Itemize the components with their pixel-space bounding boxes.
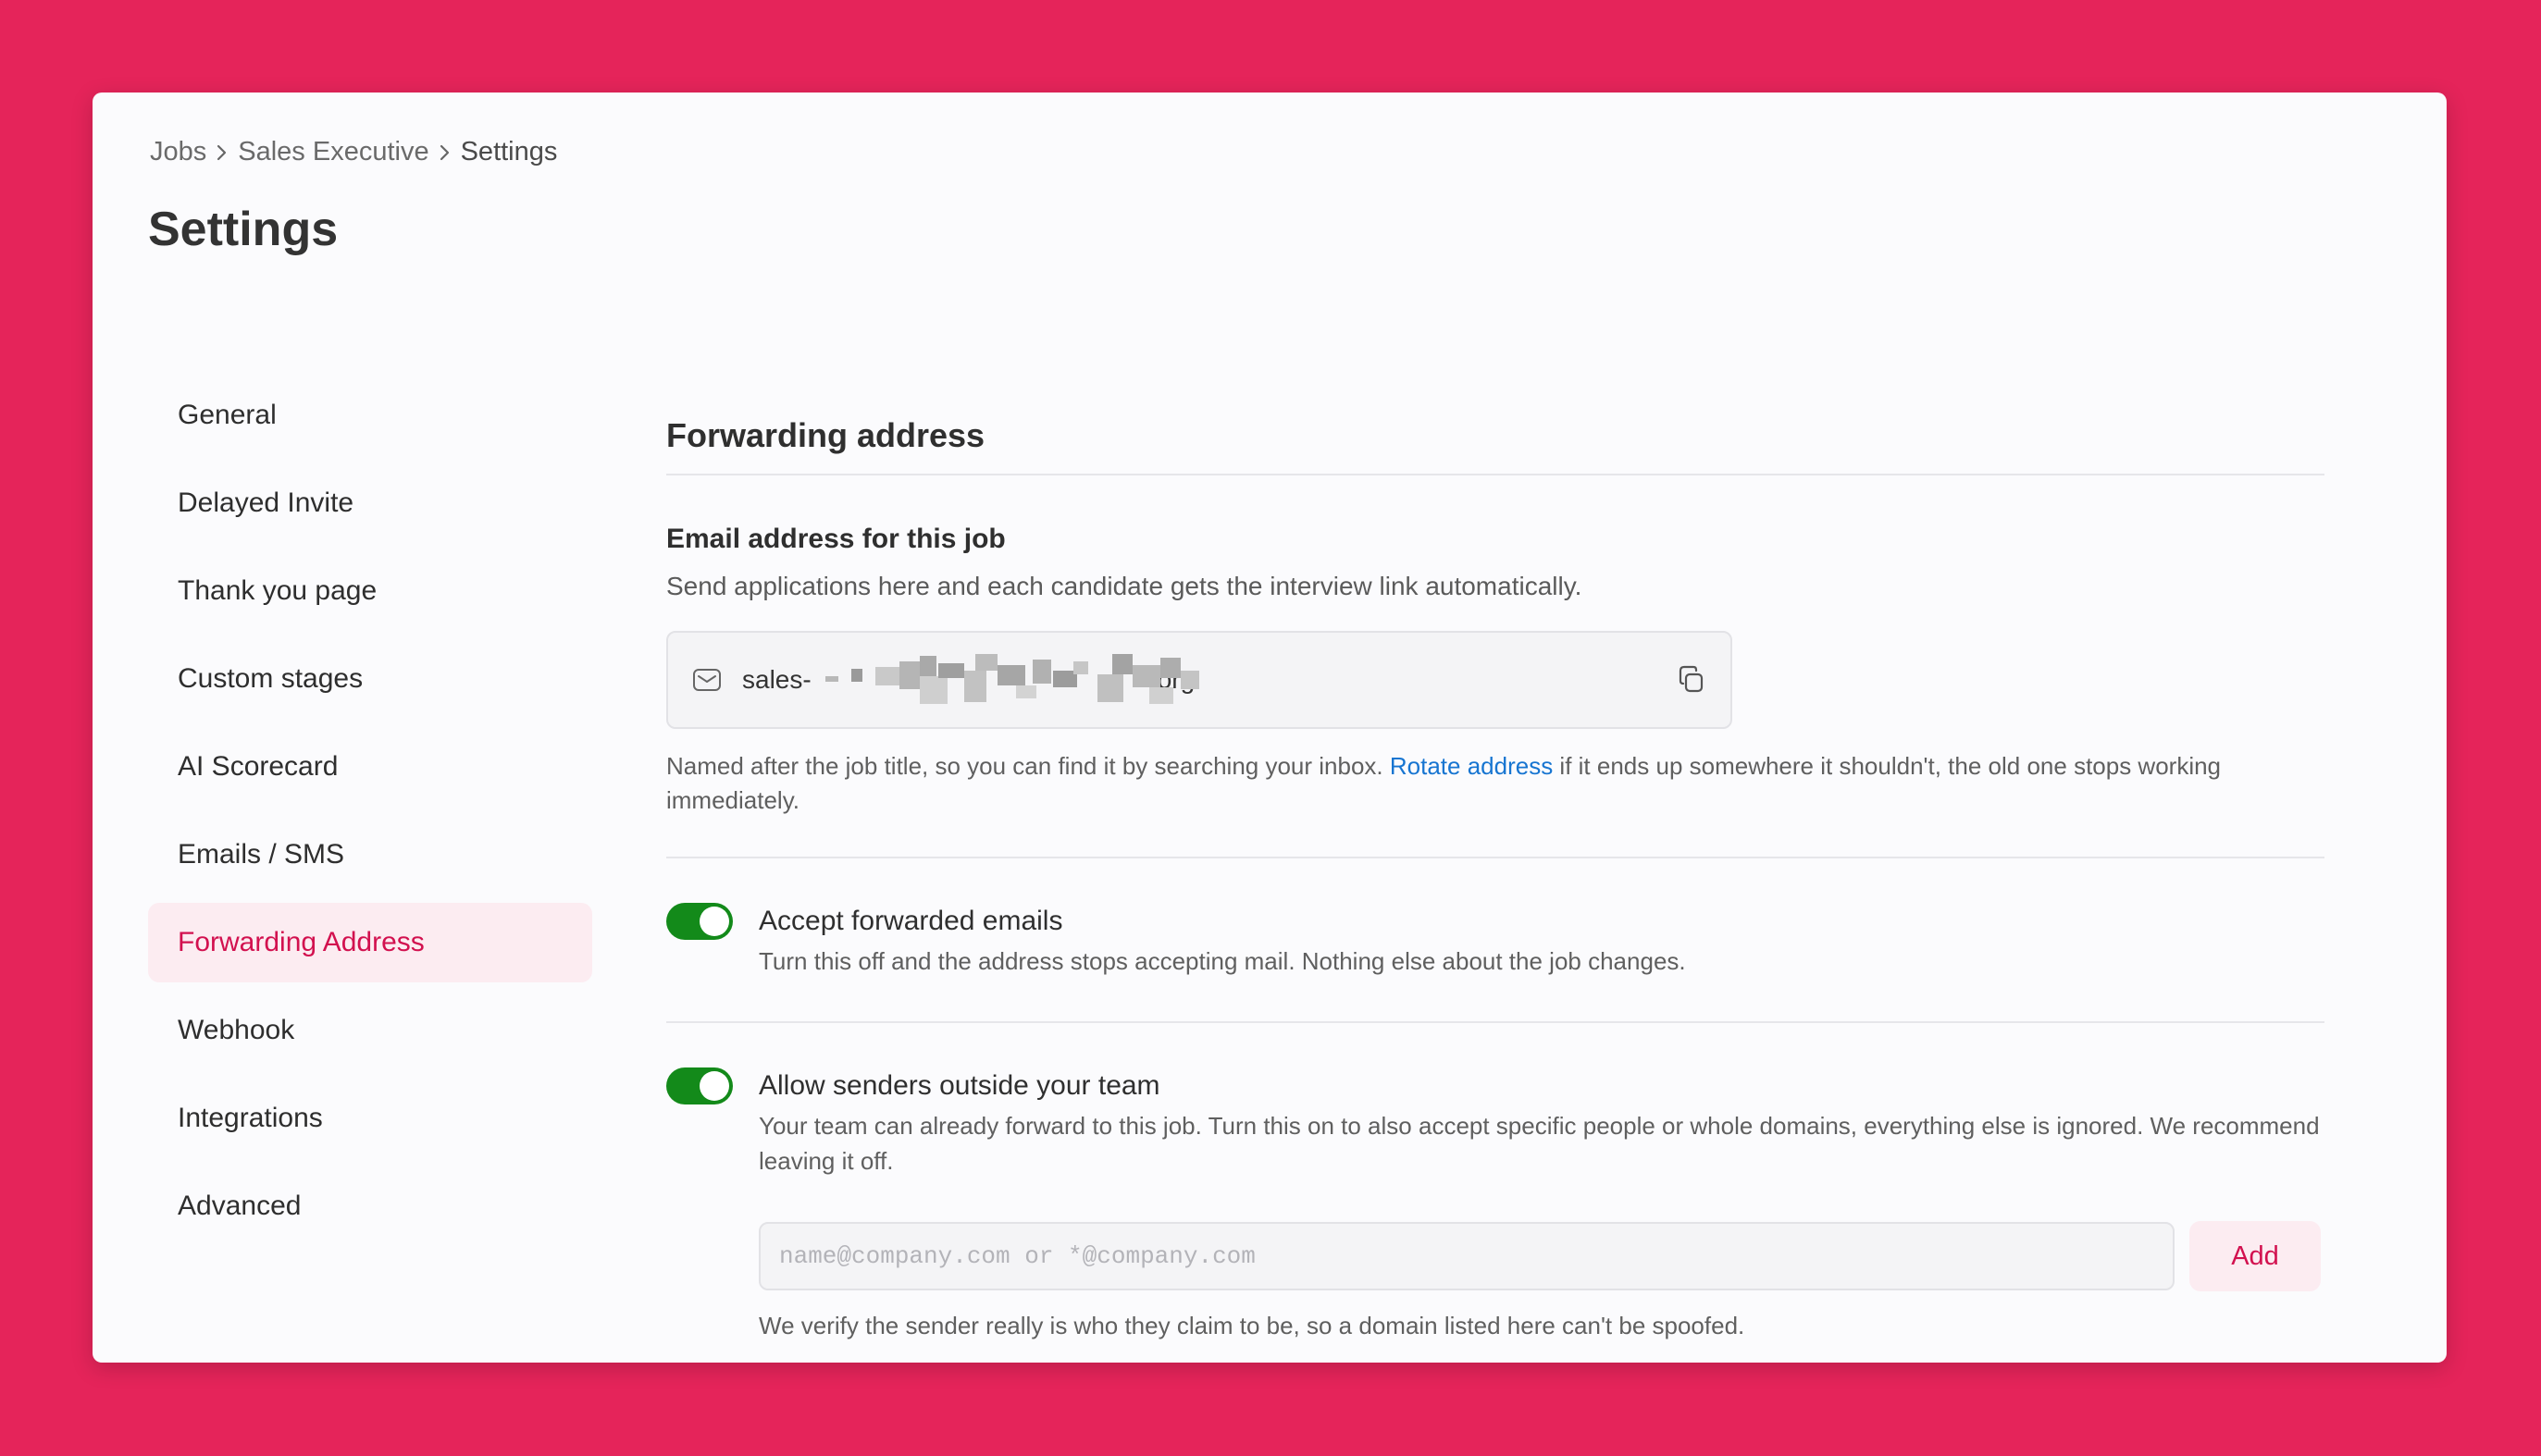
sidebar-item-webhook[interactable]: Webhook	[148, 991, 592, 1070]
rotate-address-note: Named after the job title, so you can fi…	[666, 749, 2324, 818]
copy-icon[interactable]	[1673, 661, 1710, 698]
outside-senders-row: Allow senders outside your team Your tea…	[666, 1023, 2324, 1363]
breadcrumb-settings: Settings	[460, 137, 558, 167]
allowed-sender-form: Add	[759, 1221, 2324, 1291]
email-field-help: Send applications here and each candidat…	[666, 572, 1582, 600]
note-text-before: Named after the job title, so you can fi…	[666, 752, 1390, 780]
page-title: Settings	[148, 203, 339, 256]
sidebar-item-general[interactable]: General	[148, 376, 592, 455]
chevron-right-icon	[206, 143, 238, 162]
sidebar-item-emails-sms[interactable]: Emails / SMS	[148, 815, 592, 895]
chevron-right-icon	[429, 143, 461, 162]
spoof-protection-note: We verify the sender really is who they …	[759, 1312, 1745, 1339]
allowed-sender-input[interactable]	[759, 1222, 2175, 1290]
settings-main: Forwarding address Email address for thi…	[666, 398, 2324, 1363]
sidebar-item-delayed-invite[interactable]: Delayed Invite	[148, 463, 592, 543]
divider	[666, 474, 2324, 475]
email-field-label: Email address for this job	[666, 524, 1006, 554]
accept-forwarded-title: Accept forwarded emails	[759, 906, 1063, 936]
email-prefix: sales-	[742, 665, 812, 694]
outside-senders-title: Allow senders outside your team	[759, 1070, 1160, 1101]
settings-card: Jobs Sales Executive Settings Settings G…	[93, 93, 2447, 1363]
sidebar-item-advanced[interactable]: Advanced	[148, 1166, 592, 1246]
section-title: Forwarding address	[666, 416, 985, 454]
forwarding-email-field: sales-org	[666, 631, 1732, 729]
settings-sidebar: General Delayed Invite Thank you page Cu…	[148, 376, 592, 1254]
sidebar-item-integrations[interactable]: Integrations	[148, 1079, 592, 1158]
accept-forwarded-description: Turn this off and the address stops acce…	[759, 947, 1686, 975]
breadcrumb-sales-executive[interactable]: Sales Executive	[238, 137, 428, 167]
sidebar-item-forwarding-address[interactable]: Forwarding Address	[148, 903, 592, 982]
sidebar-item-custom-stages[interactable]: Custom stages	[148, 639, 592, 719]
sidebar-item-ai-scorecard[interactable]: AI Scorecard	[148, 727, 592, 807]
breadcrumb-jobs[interactable]: Jobs	[150, 137, 206, 167]
envelope-icon	[692, 667, 722, 693]
sidebar-item-thank-you-page[interactable]: Thank you page	[148, 551, 592, 631]
toggle-knob	[700, 1071, 729, 1101]
outside-senders-toggle[interactable]	[666, 1067, 733, 1104]
add-sender-button[interactable]: Add	[2189, 1221, 2321, 1291]
toggle-knob	[700, 907, 729, 936]
redacted-email-blur	[825, 654, 1199, 704]
accept-forwarded-row: Accept forwarded emails Turn this off an…	[666, 858, 2324, 1021]
forwarding-email-value: sales-org	[742, 654, 1199, 704]
outside-senders-description: Your team can already forward to this jo…	[759, 1112, 2320, 1175]
accept-forwarded-toggle[interactable]	[666, 903, 733, 940]
rotate-address-link[interactable]: Rotate address	[1390, 752, 1553, 780]
breadcrumb: Jobs Sales Executive Settings	[150, 137, 557, 167]
